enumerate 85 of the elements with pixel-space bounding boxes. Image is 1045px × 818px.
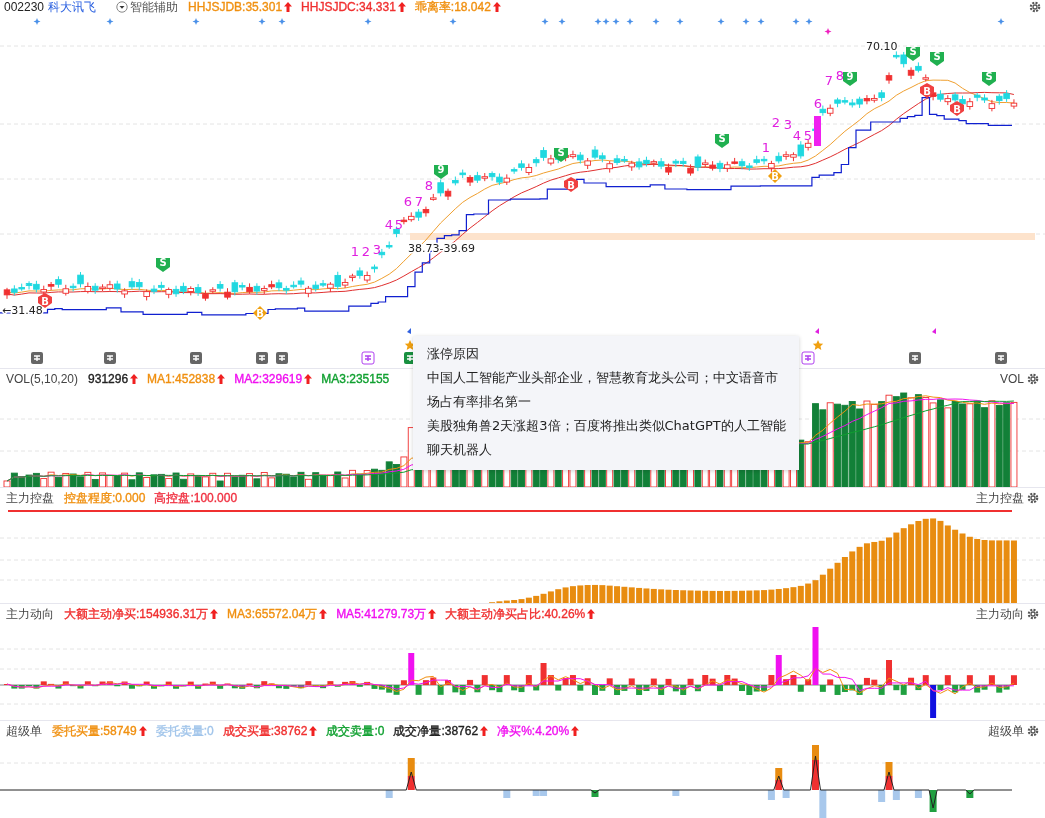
event-icon[interactable]: [104, 352, 116, 364]
indicator-value: 高控盘:100.000: [154, 489, 238, 507]
indicator-value: 931296: [88, 372, 129, 386]
indicator-value: HHJSJDB:35.301: [188, 0, 283, 14]
indicator-value: MA3:235155: [321, 372, 390, 386]
indicator-value: MA5:41279.73万: [336, 605, 427, 623]
indicator-value: 大额主动净买占比:40.26%: [445, 605, 586, 623]
event-icon[interactable]: [31, 352, 43, 364]
event-icon[interactable]: [276, 352, 288, 364]
sell-signal-badge: S: [554, 147, 568, 162]
marker-icon: [932, 328, 936, 334]
tooltip-text: 中国人工智能产业头部企业，智慧教育龙头公司；中文语音市场占有率排名第一: [427, 369, 779, 411]
limit-up-candle: [814, 116, 821, 146]
sequence-count: 8: [424, 178, 434, 193]
buy-signal-badge: B: [768, 169, 782, 183]
sequence-count: 3: [783, 117, 793, 132]
panel-title: 主力动向: [6, 605, 54, 623]
indicator-value: 乖离率:18.042: [414, 0, 491, 16]
indicator-value: 净买%:4.20%: [497, 722, 570, 740]
sell-signal-badge: S: [906, 46, 920, 61]
panel-title: 主力控盘: [6, 489, 54, 507]
sequence-count: 2: [771, 115, 781, 130]
event-icon[interactable]: [190, 352, 202, 364]
sequence-count: 7: [414, 194, 424, 209]
settings-icon[interactable]: [1029, 1, 1041, 13]
event-icon[interactable]: [909, 352, 921, 364]
panel-title: 超级单: [6, 722, 42, 740]
indicator-value: 大额主动净买:154936.31万: [64, 605, 209, 623]
dropdown-icon: [116, 1, 129, 13]
star-icon: [812, 340, 824, 350]
sequence-count: 6: [403, 194, 413, 209]
panel-label: 主力动向: [976, 605, 1024, 623]
indicator-value: 控盘程度:0.000: [64, 489, 146, 507]
sequence-count: 5: [394, 217, 404, 232]
panel-title: VOL(5,10,20): [6, 372, 79, 386]
sell-signal-badge: S: [930, 51, 944, 66]
settings-icon[interactable]: [1027, 608, 1039, 620]
event-icon[interactable]: [995, 352, 1007, 364]
indicator-value: 委托买量:58749: [52, 722, 137, 740]
sell-signal-badge: S: [982, 71, 996, 86]
settings-icon[interactable]: [1027, 492, 1039, 504]
sequence-count: 8: [835, 68, 845, 83]
event-icon[interactable]: [361, 351, 375, 365]
count-signal-badge: 9: [843, 71, 857, 86]
star-icon: [404, 340, 416, 350]
buy-signal-badge: B: [253, 306, 267, 320]
assist-dropdown[interactable]: 智能辅助: [116, 0, 179, 16]
tooltip-title: 涨停原因: [427, 345, 480, 363]
settings-icon[interactable]: [1027, 373, 1039, 385]
stock-name[interactable]: 科大讯飞: [48, 0, 97, 16]
indicator-value: MA2:329619: [234, 372, 303, 386]
marker-icon: [815, 328, 819, 334]
indicator-value: MA3:65572.04万: [227, 605, 318, 623]
buy-signal-badge: B: [564, 177, 578, 192]
sequence-count: 3: [372, 242, 382, 257]
panel-label: 超级单: [988, 722, 1024, 740]
sequence-count: 6: [813, 96, 823, 111]
indicator-value: MA1:452838: [147, 372, 216, 386]
panel-label: 主力控盘: [976, 489, 1024, 507]
indicator-value: 委托卖量:0: [155, 722, 214, 740]
settings-icon[interactable]: [1027, 725, 1039, 737]
event-icon[interactable]: [256, 352, 268, 364]
marker-icon: [407, 328, 411, 334]
sell-signal-badge: S: [715, 133, 729, 148]
sequence-count: 1: [761, 140, 771, 155]
sequence-count: 4: [792, 128, 802, 143]
candlestick: [885, 71, 893, 85]
indicator-value: 成交卖量:0: [326, 722, 385, 740]
buy-signal-badge: B: [950, 101, 964, 116]
stock-code: 002230: [4, 0, 45, 14]
tooltip-text: 美股独角兽2天涨超3倍；百度将推出类似ChatGPT的人工智能聊天机器人: [427, 417, 787, 459]
sequence-count: 1: [350, 244, 360, 259]
sequence-count: 5: [803, 128, 813, 143]
sequence-count: 4: [384, 217, 394, 232]
panel-label: VOL: [1000, 372, 1024, 386]
sequence-count: 7: [824, 73, 834, 88]
indicator-value: HHJSJDC:34.331: [301, 0, 396, 14]
indicator-value: 成交净量:38762: [393, 722, 479, 740]
price-label: 70.10: [866, 40, 898, 53]
buy-signal-badge: B: [920, 83, 934, 98]
sell-signal-badge: S: [156, 257, 170, 272]
count-signal-badge: 9: [434, 164, 448, 179]
sequence-count: 2: [361, 244, 371, 259]
indicator-value: 成交买量:38762: [222, 722, 308, 740]
event-icon[interactable]: [801, 351, 815, 365]
